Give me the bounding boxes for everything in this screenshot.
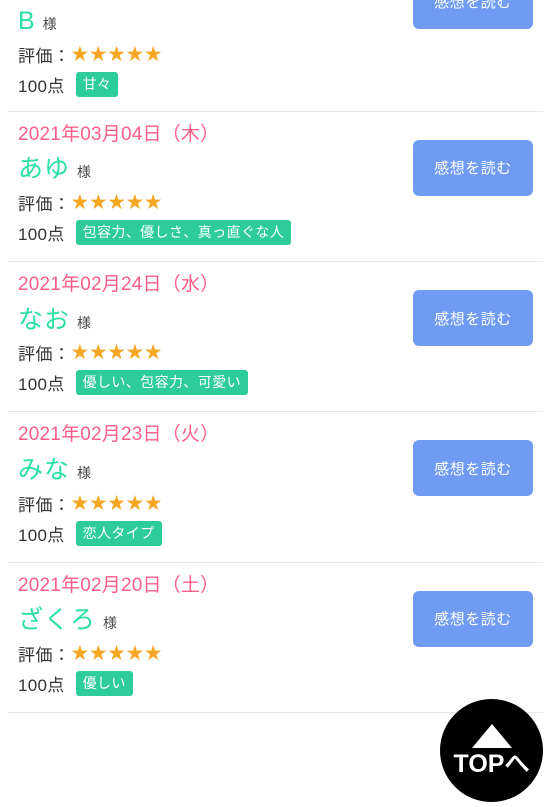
score-value: 100点: [18, 675, 65, 695]
reviewer-honorific: 様: [103, 615, 118, 632]
review-entry-body: 2021年03月04日（木） あゆ様評価： ★★★★★ 100点 包容力、優しさ、真っ直…: [8, 112, 543, 261]
reviewer-name: なお: [18, 305, 71, 334]
score-value: 100点: [18, 375, 65, 395]
star-rating-icon: ★★★★★: [70, 491, 163, 515]
review-entry: 2021年02月24日（水） なお様評価： ★★★★★ 100点 優しい、包容力、可愛い…: [0, 262, 551, 411]
read-review-button[interactable]: 感想を読む: [413, 139, 533, 196]
review-list: B 様評価： ★★★★★ 100点 甘々 感想を読む 2021年03月04日（木） あゆ様評価…: [0, 0, 551, 713]
rating-label: 評価：: [18, 46, 71, 66]
review-tag-badge: 優しい: [75, 670, 133, 696]
review-entry-body: B 様評価： ★★★★★ 100点 甘々 感想を読む: [8, 0, 543, 111]
score-value: 100点: [18, 525, 65, 545]
back-to-top-label: TOPへ: [453, 750, 530, 778]
score-row: 100点 恋人タイプ: [18, 520, 533, 546]
read-review-button[interactable]: 感想を読む: [413, 440, 533, 497]
reviewer-name: あゆ: [18, 155, 71, 184]
rating-label: 評価：: [18, 345, 71, 365]
review-entry: 2021年03月04日（木） あゆ様評価： ★★★★★ 100点 包容力、優しさ、真っ直…: [0, 112, 551, 261]
reviewer-name: B: [18, 7, 36, 35]
triangle-up-icon: [471, 724, 512, 748]
score-row: 100点 包容力、優しさ、真っ直ぐな人: [18, 220, 533, 246]
star-rating-icon: ★★★★★: [70, 42, 163, 66]
read-review-button[interactable]: 感想を読む: [413, 290, 533, 347]
review-tag-badge: 恋人タイプ: [75, 520, 162, 546]
review-tag-badge: 優しい、包容力、可愛い: [75, 370, 248, 396]
star-rating-icon: ★★★★★: [70, 341, 163, 365]
rating-label: 評価：: [18, 495, 71, 515]
rating-label: 評価：: [18, 645, 71, 665]
read-review-button[interactable]: 感想を読む: [413, 590, 533, 647]
rating-row: 評価： ★★★★★: [18, 42, 533, 67]
score-row: 100点 甘々: [18, 71, 533, 97]
score-value: 100点: [18, 225, 65, 245]
review-entry: 2021年02月23日（火） みな様評価： ★★★★★ 100点 恋人タイプ 感想を読む: [0, 412, 551, 561]
review-entry: B 様評価： ★★★★★ 100点 甘々 感想を読む: [0, 0, 551, 111]
score-value: 100点: [18, 76, 65, 96]
rating-label: 評価：: [18, 195, 71, 215]
reviewer-name: みな: [18, 455, 71, 484]
reviewer-name: ざくろ: [18, 606, 97, 635]
reviewer-honorific: 様: [77, 314, 92, 331]
review-tag-badge: 包容力、優しさ、真っ直ぐな人: [75, 220, 292, 246]
reviewer-honorific: 様: [77, 464, 92, 481]
review-entry-body: 2021年02月20日（土） ざくろ様評価： ★★★★★ 100点 優しい 感想を読む: [8, 563, 543, 712]
read-review-button[interactable]: 感想を読む: [413, 0, 533, 29]
star-rating-icon: ★★★★★: [70, 191, 163, 215]
reviewer-honorific: 様: [42, 16, 58, 32]
reviewer-honorific: 様: [77, 164, 92, 181]
star-rating-icon: ★★★★★: [70, 641, 163, 665]
review-entry-body: 2021年02月24日（水） なお様評価： ★★★★★ 100点 優しい、包容力、可愛い…: [8, 262, 543, 411]
review-entry: 2021年02月20日（土） ざくろ様評価： ★★★★★ 100点 優しい 感想を読む: [0, 563, 551, 712]
score-row: 100点 優しい: [18, 670, 533, 696]
back-to-top-button[interactable]: TOPへ: [440, 699, 543, 802]
score-row: 100点 優しい、包容力、可愛い: [18, 370, 533, 396]
review-tag-badge: 甘々: [75, 71, 119, 97]
review-entry-body: 2021年02月23日（火） みな様評価： ★★★★★ 100点 恋人タイプ 感想を読む: [8, 412, 543, 561]
